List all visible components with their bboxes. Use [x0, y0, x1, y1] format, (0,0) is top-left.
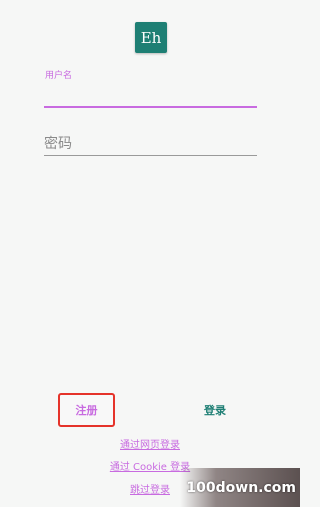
- register-button[interactable]: 注册: [58, 393, 115, 427]
- watermark: 100down.com: [180, 468, 300, 507]
- username-input[interactable]: [44, 82, 257, 106]
- username-underline: [44, 106, 257, 108]
- watermark-text: 100down.com: [186, 479, 296, 496]
- logo-text: Eh: [140, 28, 162, 47]
- login-button[interactable]: 登录: [190, 399, 240, 421]
- password-underline: [44, 155, 257, 156]
- username-label: 用户名: [45, 71, 73, 81]
- password-input[interactable]: [44, 133, 257, 155]
- web-login-link[interactable]: 通过网页登录: [0, 436, 300, 451]
- app-logo: Eh: [135, 22, 167, 53]
